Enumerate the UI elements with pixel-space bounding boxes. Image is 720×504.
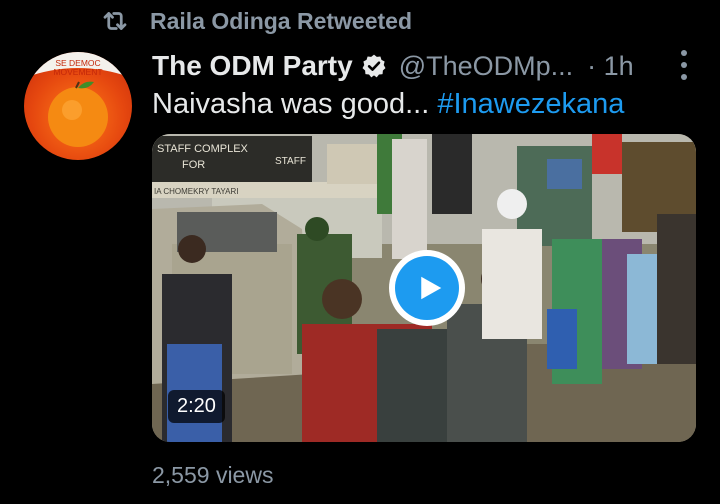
more-options-icon[interactable] xyxy=(678,50,690,80)
hashtag-link[interactable]: #Inawezekana xyxy=(437,88,624,120)
sign-text-1: STAFF COMPLEX xyxy=(157,143,249,155)
view-count: 2,559 views xyxy=(152,462,274,488)
retweet-icon xyxy=(103,12,127,30)
sign-text-3: IA CHOMEKRY TAYARI xyxy=(154,187,238,196)
play-icon xyxy=(420,276,441,300)
video-media[interactable]: STAFF COMPLEX FOR IA CHOMEKRY TAYARI STA… xyxy=(152,134,696,442)
retweet-context[interactable]: Raila Odinga Retweeted xyxy=(100,6,412,36)
tweet-body: Naivasha was good... xyxy=(152,88,438,120)
author-name[interactable]: The ODM Party xyxy=(152,50,353,82)
retweet-label: Raila Odinga Retweeted xyxy=(150,7,413,34)
tweet-time[interactable]: · 1h xyxy=(587,51,634,82)
avatar[interactable]: SE DEMOC MOVEMENT xyxy=(24,52,132,160)
avatar-text-line-2: MOVEMENT xyxy=(53,67,102,77)
sign-text-4: STAFF xyxy=(275,156,306,167)
play-button[interactable] xyxy=(389,250,465,326)
tweet-text: Naivasha was good... #Inawezekana xyxy=(152,88,624,121)
verified-badge-icon xyxy=(362,54,386,78)
tweet-header: The ODM Party @TheODMp... · 1h xyxy=(152,46,690,86)
author-handle[interactable]: @TheODMp... xyxy=(399,51,573,82)
sign-text-2: FOR xyxy=(182,159,205,171)
video-duration: 2:20 xyxy=(168,390,225,423)
